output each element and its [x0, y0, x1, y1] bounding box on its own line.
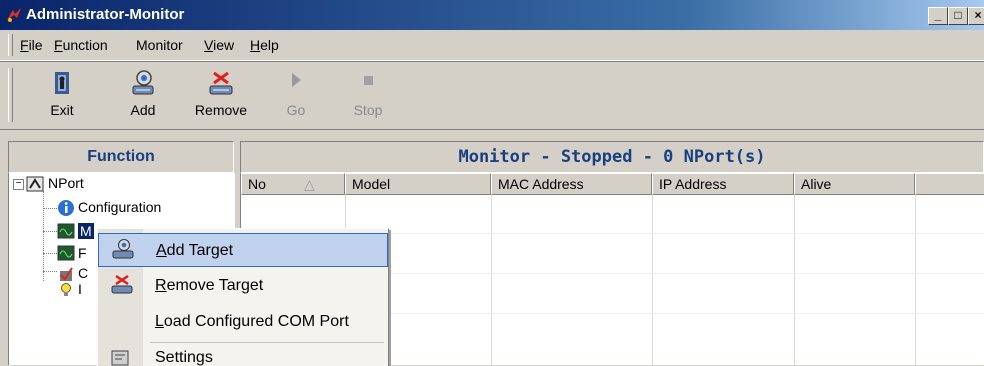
tree-connector	[43, 231, 57, 232]
menu-monitor[interactable]: Monitor	[136, 37, 183, 53]
monitor-icon	[57, 245, 75, 261]
tree-connector	[43, 253, 57, 254]
tree-item-configuration[interactable]: Configuration	[78, 199, 161, 215]
menu-file-rest: ile	[28, 37, 43, 53]
column-header-mac-address[interactable]: MAC Address	[491, 173, 652, 195]
add-target-rest: dd Target	[166, 242, 234, 259]
nport-icon	[26, 176, 44, 192]
menu-help[interactable]: Help	[250, 37, 279, 53]
remove-target-mnemonic: R	[155, 277, 167, 294]
exit-icon	[55, 72, 69, 94]
context-menu-item-load-configured-com-port[interactable]: Load Configured COM Port	[98, 305, 388, 339]
column-divider	[652, 195, 653, 365]
remove-target-icon	[111, 274, 133, 294]
remove-target-label: Remove Target	[155, 277, 263, 295]
toolbar: Exit Add Remove Go Stop	[0, 61, 984, 130]
tree-item-i[interactable]: I	[78, 281, 82, 297]
function-panel-title: Function	[8, 141, 234, 173]
info-icon	[58, 200, 74, 216]
menu-function[interactable]: Function	[54, 37, 108, 53]
menu-function-mnemonic: F	[54, 37, 63, 53]
menu-help-mnemonic: H	[250, 37, 261, 53]
menu-grip	[8, 34, 13, 56]
context-menu-item-settings[interactable]: Settings	[98, 347, 388, 366]
column-header-no-label: No	[248, 176, 266, 192]
add-target-mnemonic: A	[156, 242, 167, 259]
remove-label: Remove	[194, 102, 248, 118]
menu-function-rest: unction	[62, 37, 108, 53]
column-header-filler	[915, 173, 984, 195]
app-icon	[7, 8, 21, 22]
go-button[interactable]: Go	[266, 62, 326, 128]
title-bar: Administrator-Monitor _ □ ×	[0, 0, 984, 30]
stop-icon	[364, 76, 373, 85]
menu-bar: File Function Monitor View Help	[0, 30, 984, 61]
context-menu-item-remove-target[interactable]: Remove Target	[98, 269, 388, 303]
menu-view-mnemonic: V	[204, 37, 214, 53]
load-configured-rest: oad Configured COM Port	[163, 313, 349, 330]
menu-help-rest: elp	[260, 37, 279, 53]
maximize-button[interactable]: □	[948, 7, 968, 25]
load-configured-com-port-label: Load Configured COM Port	[155, 313, 349, 331]
sort-ascending-icon: △	[304, 176, 315, 192]
remove-button[interactable]: Remove	[184, 62, 258, 128]
column-header-model[interactable]: Model	[345, 173, 491, 195]
tree-item-c[interactable]: C	[78, 265, 88, 281]
menu-file-mnemonic: F	[20, 37, 29, 53]
tree-connector	[43, 191, 45, 281]
tree-connector	[43, 208, 57, 209]
add-button[interactable]: Add	[113, 62, 173, 128]
add-target-icon	[132, 70, 154, 95]
tree-item-monitor[interactable]: M	[78, 223, 94, 239]
exit-label: Exit	[50, 102, 74, 118]
bulb-icon	[61, 283, 71, 296]
column-divider	[915, 195, 916, 365]
load-configured-mnemonic: L	[155, 313, 164, 330]
settings-icon	[111, 350, 129, 366]
close-button[interactable]: ×	[968, 7, 984, 25]
go-label: Go	[286, 102, 306, 118]
remove-target-rest: emove Target	[166, 277, 264, 294]
add-target-label: Add Target	[156, 242, 233, 260]
tree-connector	[43, 271, 57, 272]
column-header-alive[interactable]: Alive	[794, 173, 915, 195]
exit-button[interactable]: Exit	[32, 62, 92, 128]
window-title: Administrator-Monitor	[26, 6, 185, 23]
column-header-ip-address[interactable]: IP Address	[652, 173, 794, 195]
minimize-button[interactable]: _	[928, 7, 948, 25]
context-menu-separator	[150, 342, 384, 343]
context-menu-item-add-target[interactable]: Add Target	[98, 233, 388, 267]
toolbar-grip	[8, 68, 13, 122]
tree-collapse-toggle[interactable]: −	[13, 179, 24, 190]
tree-item-f[interactable]: F	[78, 245, 87, 261]
column-divider	[491, 195, 492, 365]
monitor-panel-title: Monitor - Stopped - 0 NPort(s)	[240, 141, 984, 173]
add-label: Add	[130, 102, 156, 118]
play-icon	[292, 73, 301, 87]
column-divider	[794, 195, 795, 365]
monitor-icon	[57, 223, 75, 239]
stop-label: Stop	[353, 102, 383, 118]
menu-view[interactable]: View	[204, 37, 234, 53]
tree-root-nport[interactable]: NPort	[48, 175, 84, 191]
settings-label: Settings	[155, 349, 213, 366]
menu-view-rest: iew	[213, 37, 235, 53]
column-header-no[interactable]: No △	[241, 173, 345, 195]
menu-file[interactable]: File	[20, 37, 43, 53]
remove-target-icon	[209, 71, 233, 95]
context-menu: Add Target Remove Target Load Configured…	[97, 228, 389, 366]
add-target-icon	[112, 239, 134, 259]
stop-button[interactable]: Stop	[338, 62, 398, 128]
